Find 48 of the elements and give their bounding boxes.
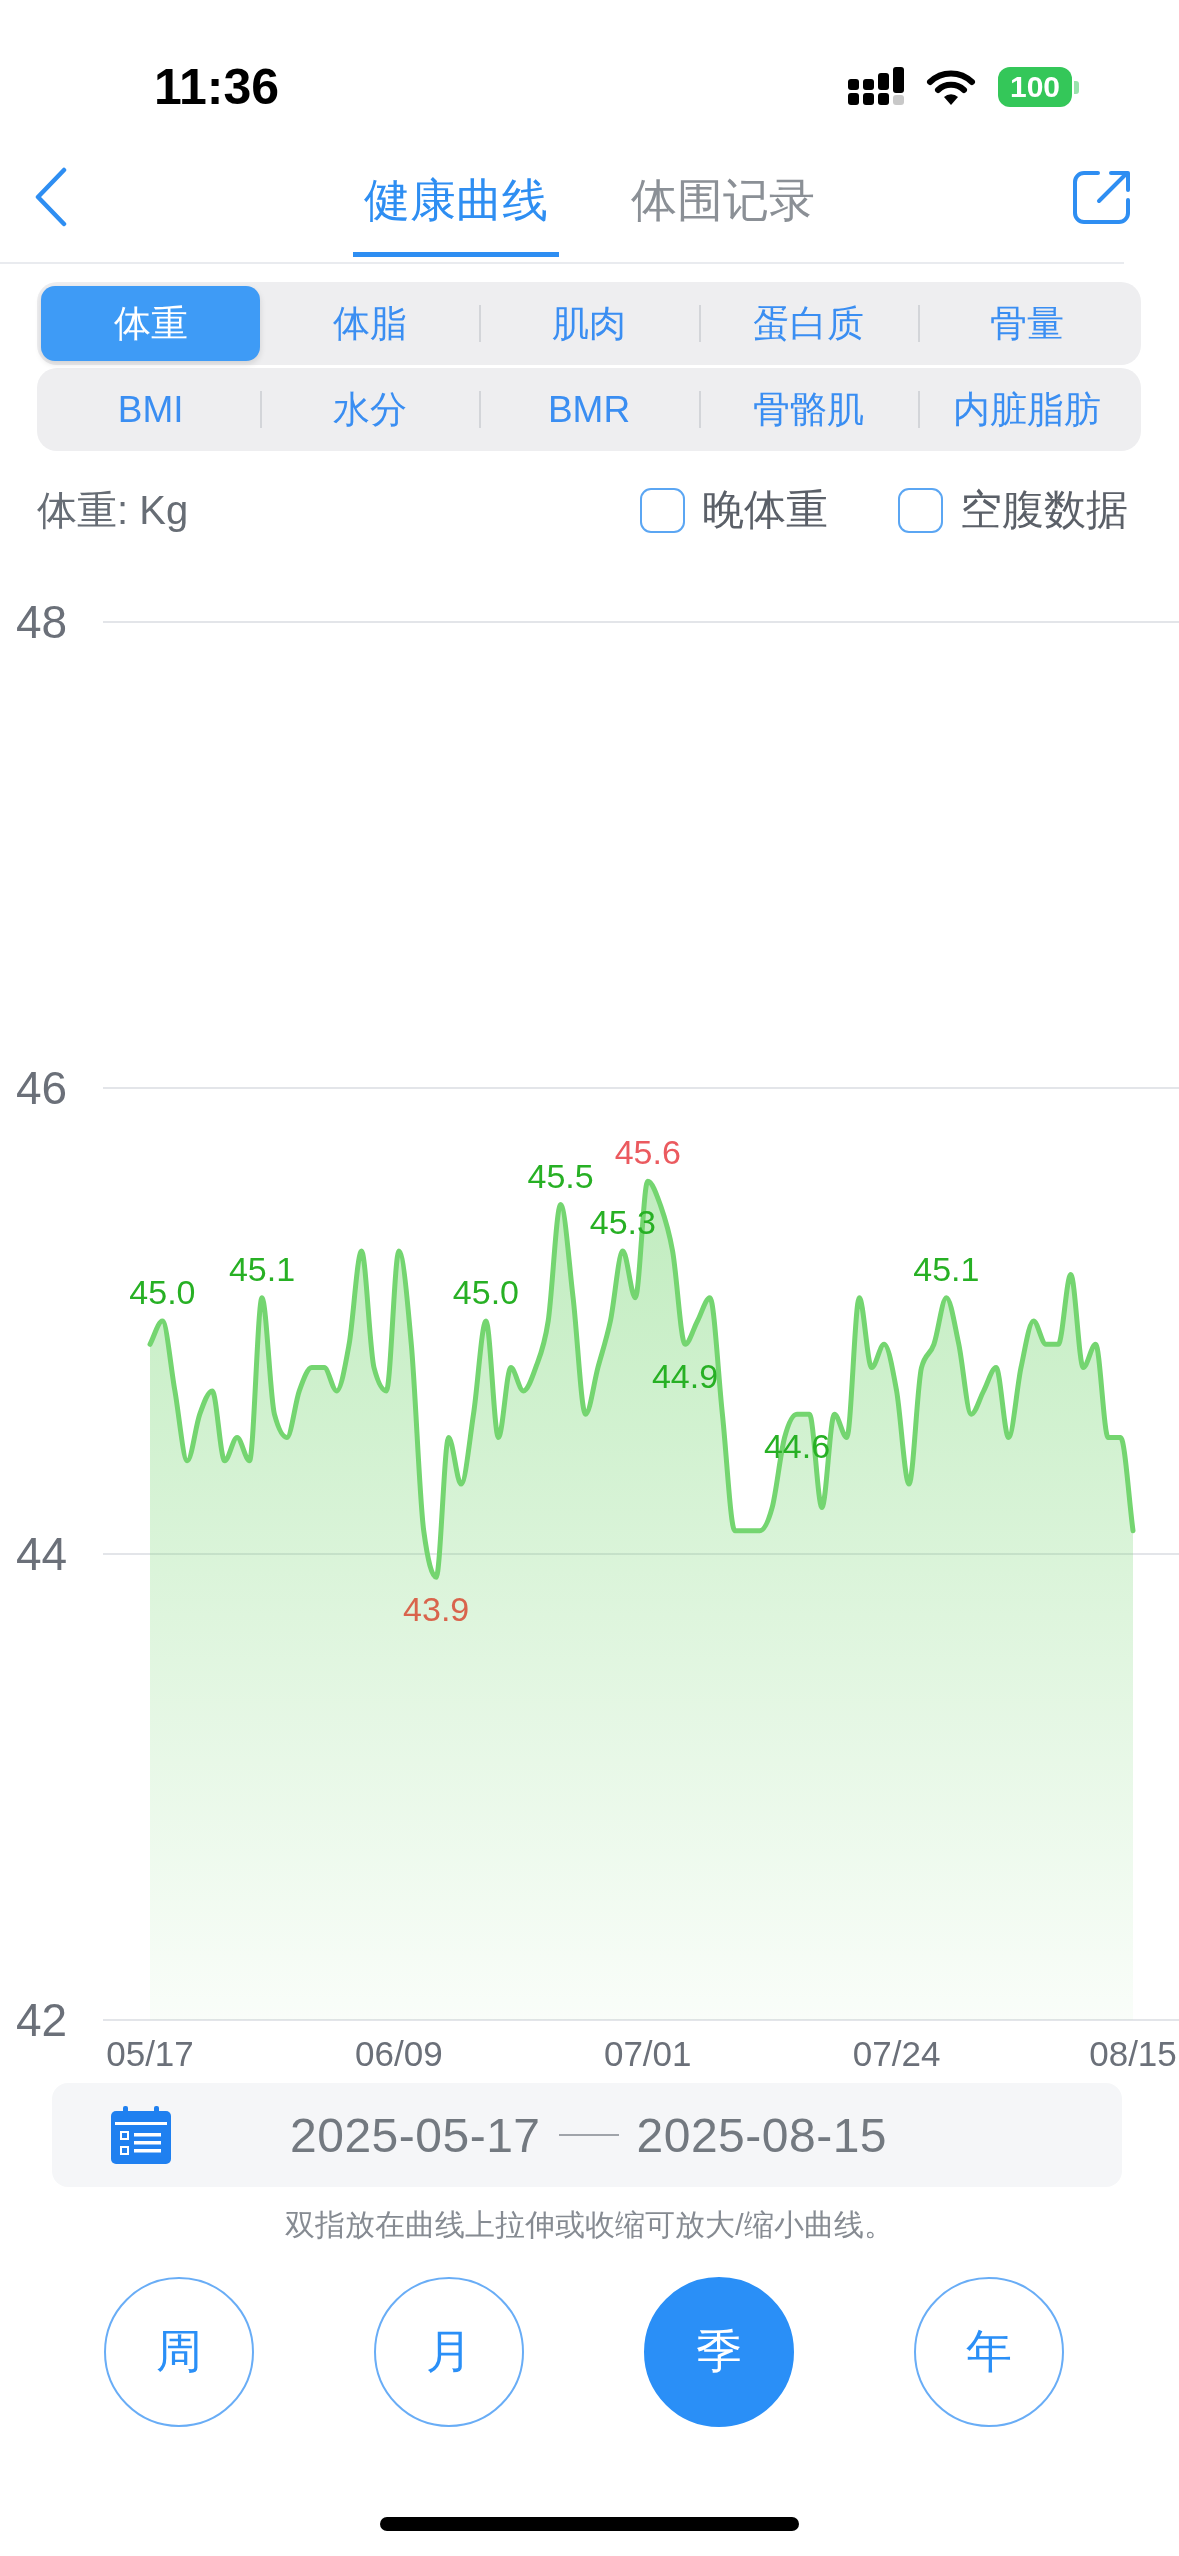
unit-label: 体重: Kg	[37, 486, 189, 534]
y-axis-label: 48	[16, 596, 68, 648]
back-icon[interactable]	[34, 167, 68, 227]
period-button[interactable]: 周	[104, 2277, 254, 2427]
metric-tab[interactable]: 蛋白质	[698, 286, 918, 361]
y-axis-label: 42	[16, 1994, 68, 2046]
data-label: 44.9	[651, 1357, 719, 1396]
x-axis-label: 07/24	[852, 2034, 941, 2073]
data-label: 43.9	[403, 1590, 470, 1629]
x-axis-label: 07/01	[603, 2034, 692, 2073]
period-button[interactable]: 季	[644, 2277, 794, 2427]
metric-tab[interactable]: BMR	[479, 372, 699, 447]
battery-indicator: 100	[998, 67, 1079, 107]
calendar-icon	[111, 2106, 171, 2164]
signal-icon	[848, 67, 904, 107]
period-button[interactable]: 年	[914, 2277, 1064, 2427]
dash-icon	[558, 2134, 619, 2136]
end-date: 2025-08-15	[636, 2107, 888, 2163]
metric-tab[interactable]: 肌肉	[479, 286, 699, 361]
x-axis-label: 08/15	[1089, 2034, 1177, 2073]
status-time: 11:36	[154, 62, 280, 112]
metric-tab[interactable]: 体重	[41, 286, 261, 361]
data-label: 45.5	[527, 1156, 594, 1195]
start-date: 2025-05-17	[290, 2107, 541, 2163]
period-button[interactable]: 月	[374, 2277, 524, 2427]
metric-tab[interactable]: 骨量	[917, 286, 1137, 361]
filter-checkbox[interactable]: 晚体重	[640, 482, 828, 538]
data-label: 45.6	[614, 1133, 681, 1172]
wifi-icon	[926, 68, 976, 106]
metric-tab[interactable]: 骨骼肌	[698, 372, 918, 447]
data-label: 45.1	[913, 1249, 980, 1288]
nav-tab[interactable]: 体围记录	[620, 175, 826, 257]
share-icon[interactable]	[1071, 169, 1132, 226]
date-range-bar[interactable]: 2025-05-17 2025-08-15	[52, 2083, 1122, 2187]
filter-checkbox[interactable]: 空腹数据	[898, 482, 1128, 538]
x-axis-label: 06/09	[355, 2034, 443, 2073]
data-label: 45.0	[452, 1273, 520, 1311]
x-axis-label: 05/17	[106, 2034, 194, 2073]
metric-tab[interactable]: 内脏脂肪	[917, 372, 1137, 447]
hint-text: 双指放在曲线上拉伸或收缩可放大/缩小曲线。	[285, 2208, 894, 2241]
metric-tab[interactable]: 体脂	[260, 286, 480, 361]
y-axis-label: 44	[16, 1528, 68, 1580]
metric-tab[interactable]: 水分	[260, 372, 480, 447]
data-label: 45.0	[129, 1273, 196, 1311]
y-axis-label: 46	[16, 1062, 68, 1114]
nav-tab[interactable]: 健康曲线	[353, 175, 559, 257]
data-label: 45.1	[228, 1249, 296, 1288]
metric-tab[interactable]: BMI	[41, 372, 261, 447]
